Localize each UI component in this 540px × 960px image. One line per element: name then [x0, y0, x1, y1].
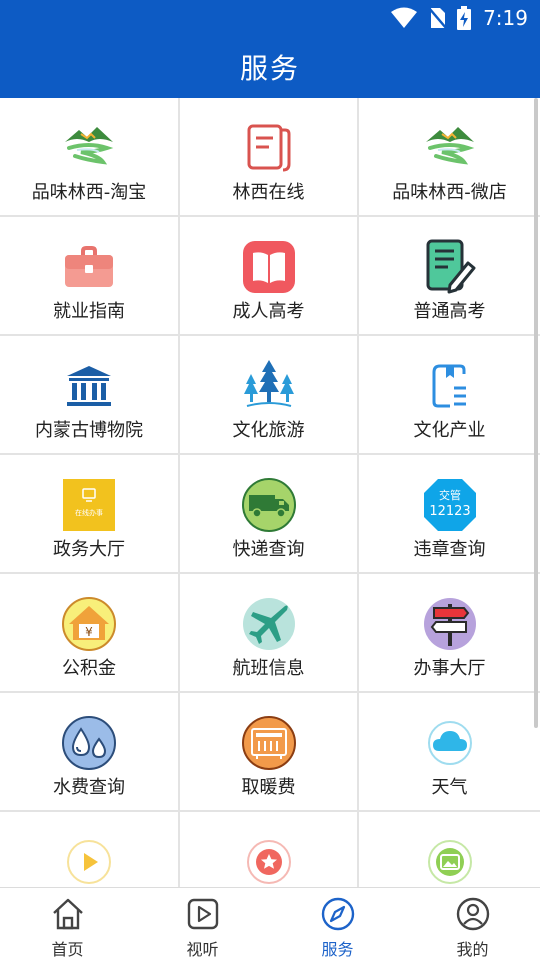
open-book-icon — [242, 241, 295, 293]
user-circle-icon — [456, 897, 489, 931]
mountain-river-logo-icon — [425, 127, 474, 165]
exam-paper-pen-icon — [426, 239, 475, 294]
housing-fund-icon: ¥ — [62, 597, 116, 651]
service-pinwei-weidian[interactable]: 品味林西-微店 — [359, 98, 540, 217]
water-drops-icon — [62, 716, 116, 770]
page-title: 服务 — [239, 52, 300, 85]
service-housing-fund[interactable]: ¥ 公积金 — [0, 574, 180, 693]
nav-services[interactable]: 服务 — [270, 888, 405, 960]
service-label: 品味林西-淘宝 — [31, 182, 147, 203]
service-favorites[interactable] — [180, 812, 359, 887]
icon-caption: ¥ — [85, 625, 93, 639]
service-weather[interactable]: 天气 — [359, 693, 540, 812]
service-label: 成人高考 — [232, 301, 305, 322]
nav-label: 我的 — [456, 940, 489, 959]
service-label: 文化产业 — [413, 420, 486, 441]
service-water-fee[interactable]: 水费查询 — [0, 693, 180, 812]
heater-icon — [241, 716, 296, 770]
services-grid: 品味林西-淘宝 林西在线 品味林西-微店 就业指南 成人高考 普通高考 内蒙古博… — [0, 98, 540, 887]
online-affairs-icon: 在线办事 — [63, 479, 115, 531]
service-label: 航班信息 — [232, 658, 305, 679]
scrollbar[interactable] — [534, 98, 538, 728]
pine-trees-icon — [243, 360, 294, 407]
service-label: 公积金 — [62, 658, 116, 679]
home-icon — [52, 898, 83, 930]
service-linxi-online[interactable]: 林西在线 — [180, 98, 359, 217]
service-label: 违章查询 — [413, 539, 486, 560]
service-label: 水费查询 — [53, 777, 125, 798]
no-sim-icon — [428, 7, 448, 29]
star-circle-icon — [246, 840, 291, 884]
document-icon — [247, 124, 290, 172]
service-label: 办事大厅 — [413, 658, 486, 679]
icon-caption-bottom: 12123 — [429, 504, 470, 519]
bottom-nav: 首页 视听 服务 我的 — [0, 887, 540, 960]
mountain-river-logo-icon — [65, 127, 114, 165]
bookmark-list-icon — [432, 364, 466, 408]
service-inner-mongolia-museum[interactable]: 内蒙古博物院 — [0, 336, 180, 455]
status-icons: 7:19 — [391, 4, 528, 32]
service-government-hall[interactable]: 在线办事 政务大厅 — [0, 455, 180, 574]
image-circle-icon — [427, 840, 472, 884]
service-adult-exam[interactable]: 成人高考 — [180, 217, 359, 336]
icon-caption-top: 交管 — [439, 488, 461, 502]
signpost-icon — [423, 598, 476, 650]
service-label: 天气 — [431, 777, 468, 798]
briefcase-icon — [65, 246, 113, 287]
museum-icon — [67, 366, 111, 406]
service-flight-info[interactable]: 航班信息 — [180, 574, 359, 693]
service-label: 取暖费 — [241, 777, 296, 798]
traffic-12123-icon: 交管 12123 — [423, 479, 476, 531]
nav-mine[interactable]: 我的 — [405, 888, 540, 960]
service-label: 文化旅游 — [232, 420, 305, 441]
header: 服务 — [0, 36, 540, 98]
service-video[interactable] — [0, 812, 180, 887]
service-traffic-violation[interactable]: 交管 12123 违章查询 — [359, 455, 540, 574]
service-gallery[interactable] — [359, 812, 540, 887]
delivery-truck-icon — [241, 478, 296, 532]
compass-icon — [321, 897, 354, 931]
service-label: 政务大厅 — [53, 539, 125, 560]
service-label: 就业指南 — [53, 301, 125, 322]
service-heating-fee[interactable]: 取暖费 — [180, 693, 359, 812]
service-label: 品味林西-微店 — [392, 182, 507, 203]
nav-label: 视听 — [186, 940, 219, 959]
airplane-icon — [242, 598, 295, 650]
service-express-query[interactable]: 快递查询 — [180, 455, 359, 574]
play-circle-icon — [67, 840, 111, 884]
nav-home[interactable]: 首页 — [0, 888, 135, 960]
service-affairs-hall[interactable]: 办事大厅 — [359, 574, 540, 693]
status-time: 7:19 — [483, 6, 528, 30]
service-label: 林西在线 — [232, 182, 305, 203]
service-pinwei-taobao[interactable]: 品味林西-淘宝 — [0, 98, 180, 217]
nav-label: 首页 — [51, 940, 84, 959]
service-college-exam[interactable]: 普通高考 — [359, 217, 540, 336]
nav-audio-video[interactable]: 视听 — [135, 888, 270, 960]
status-bar: 7:19 — [0, 0, 540, 36]
service-employment-guide[interactable]: 就业指南 — [0, 217, 180, 336]
services-grid-viewport[interactable]: 品味林西-淘宝 林西在线 品味林西-微店 就业指南 成人高考 普通高考 内蒙古博… — [0, 98, 540, 887]
wifi-icon — [391, 7, 418, 28]
cloud-icon — [427, 721, 472, 765]
play-square-icon — [187, 898, 218, 930]
service-label: 内蒙古博物院 — [35, 420, 143, 441]
battery-charging-icon — [457, 6, 472, 30]
service-label: 快递查询 — [232, 539, 305, 560]
service-label: 普通高考 — [413, 301, 486, 322]
service-culture-tourism[interactable]: 文化旅游 — [180, 336, 359, 455]
nav-label: 服务 — [321, 940, 354, 959]
service-culture-industry[interactable]: 文化产业 — [359, 336, 540, 455]
icon-caption: 在线办事 — [75, 508, 103, 517]
